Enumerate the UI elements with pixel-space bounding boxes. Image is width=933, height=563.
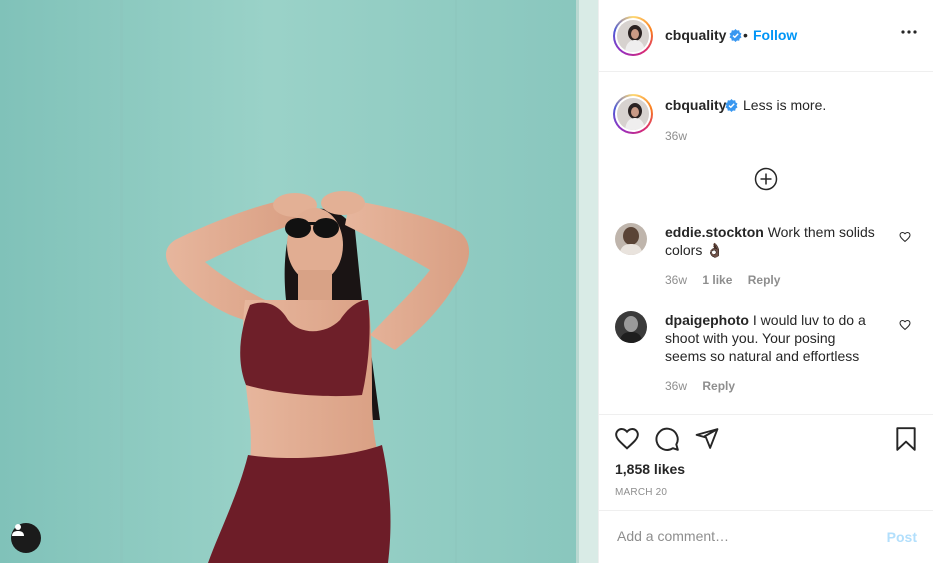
user-tag-button[interactable]	[11, 523, 41, 553]
comment-username[interactable]: dpaigephoto	[665, 312, 749, 328]
reply-button[interactable]: Reply	[702, 379, 735, 393]
caption-timestamp[interactable]: 36w	[665, 129, 687, 143]
comment-body: dpaigephoto I would luv to do a shoot wi…	[665, 311, 880, 365]
comment-form: Post	[599, 510, 933, 563]
comment-like-icon[interactable]	[899, 231, 911, 243]
post-comment-button[interactable]: Post	[887, 529, 917, 545]
avatar-image	[617, 98, 649, 130]
bookmark-icon[interactable]	[895, 426, 917, 452]
caption-text: Less is more.	[743, 97, 827, 113]
comment-timestamp[interactable]: 36w	[665, 379, 687, 393]
plus-circle-icon[interactable]	[754, 167, 778, 191]
follow-button[interactable]: Follow	[753, 27, 797, 43]
commenter-avatar[interactable]	[615, 311, 647, 343]
verified-badge-icon	[725, 99, 738, 112]
header-separator: •	[743, 27, 748, 43]
comment-meta: 36w Reply	[665, 379, 747, 393]
comment-timestamp[interactable]: 36w	[665, 273, 687, 287]
avatar-image	[615, 311, 647, 343]
comment-body: eddie.stockton Work them solids colors 👌…	[665, 223, 880, 259]
comment-like-icon[interactable]	[899, 319, 911, 331]
caption-avatar[interactable]	[613, 94, 653, 134]
comment-item: eddie.stockton Work them solids colors 👌…	[615, 223, 915, 293]
comment-username[interactable]: eddie.stockton	[665, 224, 764, 240]
comment-icon[interactable]	[654, 426, 680, 452]
likes-count[interactable]: 1,858 likes	[615, 461, 685, 477]
caption-username[interactable]: cbquality	[665, 97, 726, 113]
post-dialog: cbquality • Follow cbquality Less is mor…	[0, 0, 933, 563]
more-horizontal-icon[interactable]	[901, 30, 917, 34]
photo-illustration	[0, 0, 598, 563]
author-avatar[interactable]	[613, 16, 653, 56]
verified-badge-icon	[729, 29, 742, 42]
heart-icon[interactable]	[614, 426, 640, 450]
comment-item: dpaigephoto I would luv to do a shoot wi…	[615, 311, 915, 401]
user-tag-icon	[12, 524, 24, 536]
reply-button[interactable]: Reply	[748, 273, 781, 287]
comment-meta: 36w 1 like Reply	[665, 273, 792, 287]
author-username[interactable]: cbquality	[665, 27, 726, 43]
avatar-image	[615, 223, 647, 255]
post-header: cbquality • Follow	[599, 0, 933, 72]
action-bar: 1,858 likes MARCH 20	[599, 414, 933, 498]
post-sidebar: cbquality • Follow cbquality Less is mor…	[598, 0, 933, 563]
comment-likes[interactable]: 1 like	[702, 273, 732, 287]
comment-input[interactable]	[615, 527, 879, 545]
post-date[interactable]: MARCH 20	[615, 487, 667, 498]
share-icon[interactable]	[694, 426, 720, 451]
avatar-image	[617, 20, 649, 52]
post-photo[interactable]	[0, 0, 598, 563]
commenter-avatar[interactable]	[615, 223, 647, 255]
